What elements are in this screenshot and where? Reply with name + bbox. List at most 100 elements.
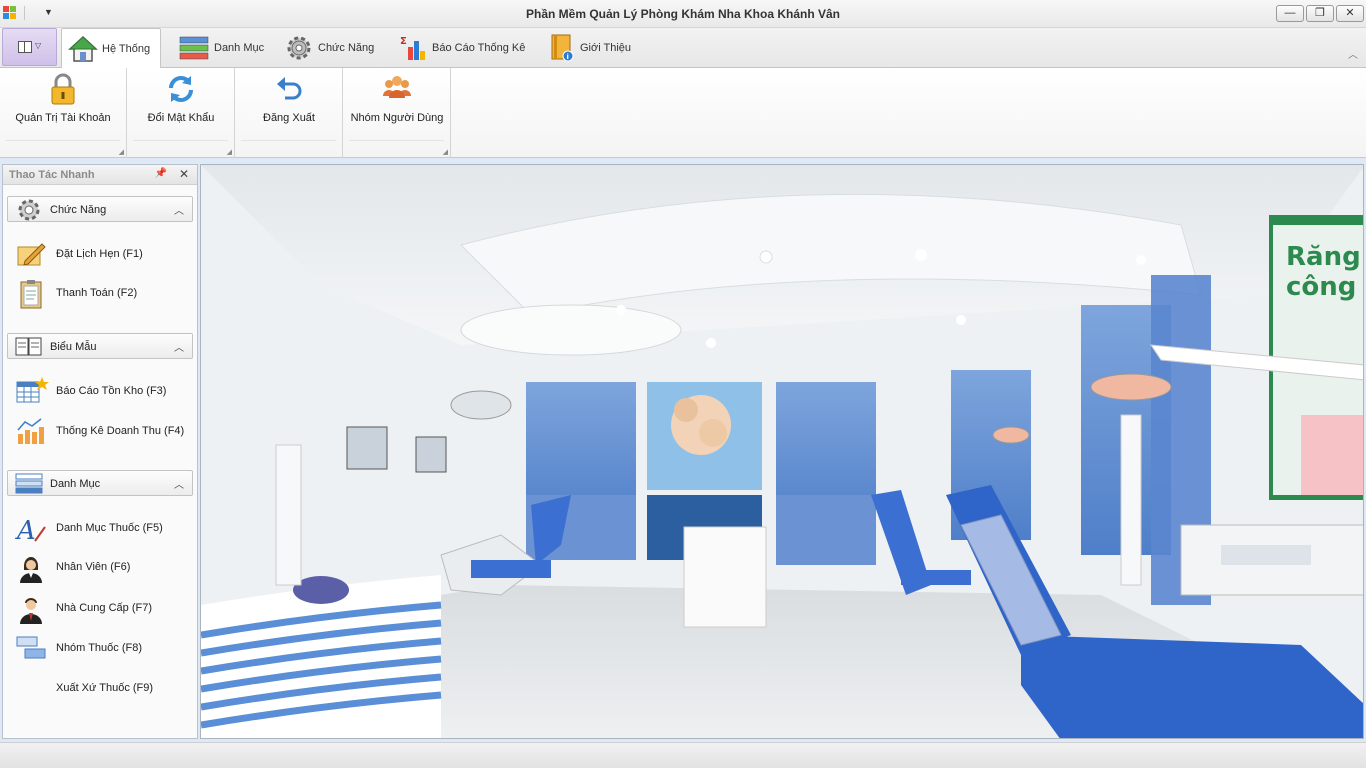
collapse-ribbon-icon[interactable]: ︿ [1348, 46, 1358, 61]
window-title: Phần Mềm Quản Lý Phòng Khám Nha Khoa Khá… [525, 7, 841, 21]
minimize-button[interactable]: — [1276, 5, 1304, 22]
tab-chuc-nang[interactable]: Chức Năng [278, 28, 388, 67]
nav-item-label: Đặt Lịch Hẹn (F1) [56, 248, 143, 260]
nav-item-nha-cung-cap[interactable]: Nhà Cung Cấp (F7) [15, 591, 191, 625]
application-menu-button[interactable]: ▽ [2, 28, 57, 66]
tab-bao-cao-thong-ke[interactable]: Σ Báo Cáo Thống Kê [392, 28, 532, 67]
gear-icon [287, 36, 311, 59]
tab-he-thong[interactable]: Hệ Thống [61, 28, 161, 69]
panel-title: Thao Tác Nhanh [9, 169, 95, 181]
nav-item-danh-muc-thuoc[interactable]: A Danh Mục Thuốc (F5) [15, 511, 191, 545]
chevron-up-icon: ︿ [174, 206, 184, 217]
quick-actions-panel: Thao Tác Nhanh 📌 ✕ Chức Năng ︿ Đặt Lịch … [2, 164, 198, 739]
chevron-down-icon: ▽ [35, 41, 42, 50]
ribbon-group-logout: Đăng Xuất [235, 68, 343, 158]
chevron-up-icon: ︿ [174, 343, 184, 354]
dental-clinic-image: Răng s công n [201, 165, 1364, 738]
man-user-icon [20, 598, 42, 624]
nav-item-label: Thanh Toán (F2) [56, 287, 138, 299]
nav-item-label: Nhân Viên (F6) [56, 561, 131, 573]
list-icon [179, 36, 209, 59]
info-book-icon: i [551, 34, 574, 61]
woman-user-icon [20, 557, 42, 583]
clipboard-icon [20, 280, 42, 309]
dialog-launcher-icon[interactable]: ◢ [119, 148, 124, 156]
undo-arrow-icon [277, 77, 302, 100]
group-divider [6, 140, 120, 141]
tab-label: Báo Cáo Thống Kê [432, 41, 526, 54]
nhom-nguoi-dung-button[interactable]: Nhóm Người Dùng [347, 72, 447, 124]
svg-text:A: A [15, 516, 36, 545]
nav-item-label: Nhà Cung Cấp (F7) [56, 602, 152, 614]
tab-label: Giới Thiệu [580, 41, 632, 54]
nav-item-dat-lich-hen[interactable]: Đặt Lịch Hẹn (F1) [15, 237, 191, 271]
nav-item-label: Danh Mục Thuốc (F5) [56, 522, 163, 534]
group-divider [241, 140, 336, 141]
panel-header: Thao Tác Nhanh 📌 ✕ [3, 165, 197, 185]
tab-label: Hệ Thống [102, 43, 151, 55]
group-header-danh-muc[interactable]: Danh Mục ︿ [7, 470, 193, 496]
nav-item-label: Thống Kê Doanh Thu (F4) [56, 425, 185, 437]
pin-icon[interactable]: 📌 [155, 168, 167, 179]
refresh-icon [169, 76, 193, 102]
tab-label: Chức Năng [318, 41, 375, 54]
gear-icon [18, 199, 40, 221]
ribbon-group-account: Quản Trị Tài Khoản ◢ [0, 68, 127, 158]
open-book-icon [15, 337, 42, 356]
house-icon [68, 35, 98, 62]
svg-text:Σ: Σ [400, 36, 407, 47]
pencil-icon [17, 243, 46, 266]
poster-text-2: công n [1286, 272, 1364, 302]
nav-item-thong-ke-doanh-thu[interactable]: Thống Kê Doanh Thu (F4) [15, 414, 191, 448]
dang-xuat-button[interactable]: Đăng Xuất [243, 72, 335, 124]
tab-danh-muc[interactable]: Danh Mục [172, 28, 272, 67]
group-boxes-icon [16, 636, 46, 659]
title-bar: ▼ Phần Mềm Quản Lý Phòng Khám Nha Khoa K… [0, 0, 1366, 28]
dialog-launcher-icon[interactable]: ◢ [443, 148, 448, 156]
ribbon-button-label: Quản Trị Tài Khoản [15, 112, 111, 124]
ribbon-group-users: Nhóm Người Dùng ◢ [343, 68, 451, 158]
restore-button[interactable]: ❐ [1306, 5, 1334, 22]
group-divider [133, 140, 228, 141]
group-title: Chức Năng [50, 204, 107, 216]
nav-item-nhan-vien[interactable]: Nhân Viên (F6) [15, 550, 191, 584]
svg-text:i: i [567, 53, 569, 61]
nav-item-label: Xuất Xứ Thuốc (F9) [56, 682, 154, 694]
doi-mat-khau-button[interactable]: Đổi Mật Khẩu [135, 72, 227, 124]
close-button[interactable]: ✕ [1336, 5, 1364, 22]
ribbon-panel: Quản Trị Tài Khoản ◢ Đổi Mật Khẩu ◢ Đăng… [0, 68, 1366, 158]
group-title: Danh Mục [50, 478, 101, 490]
chevron-up-icon: ︿ [174, 480, 184, 491]
poster-text-1: Răng s [1286, 242, 1364, 272]
quan-tri-tai-khoan-button[interactable]: Quản Trị Tài Khoản [8, 72, 118, 124]
ribbon-button-label: Đổi Mật Khẩu [147, 112, 215, 124]
tab-label: Danh Mục [214, 41, 265, 54]
ribbon-button-label: Đăng Xuất [263, 112, 315, 124]
bar-chart-icon [17, 418, 44, 444]
ribbon-button-label: Nhóm Người Dùng [350, 112, 444, 124]
group-divider [349, 140, 444, 141]
font-a-icon: A [15, 516, 46, 545]
bar-chart-icon: Σ [400, 36, 425, 60]
group-header-bieu-mau[interactable]: Biểu Mẫu ︿ [7, 333, 193, 359]
user-group-icon [383, 76, 411, 98]
nav-item-bao-cao-ton-kho[interactable]: Báo Cáo Tồn Kho (F3) [15, 374, 191, 408]
tab-gioi-thieu[interactable]: i Giới Thiệu [540, 28, 640, 67]
status-bar [0, 742, 1366, 768]
group-header-chuc-nang[interactable]: Chức Năng ︿ [7, 196, 193, 222]
clinic-photo: Răng s công n [200, 164, 1364, 739]
dialog-launcher-icon[interactable]: ◢ [227, 148, 232, 156]
ribbon-group-password: Đổi Mật Khẩu ◢ [127, 68, 235, 158]
nav-item-label: Báo Cáo Tồn Kho (F3) [56, 385, 167, 397]
nav-item-nhom-thuoc[interactable]: Nhóm Thuốc (F8) [15, 631, 191, 665]
list-boxes-icon [15, 473, 43, 494]
app-menu-icon [18, 41, 32, 53]
group-title: Biểu Mẫu [50, 341, 97, 353]
nav-item-label: Nhóm Thuốc (F8) [56, 642, 142, 654]
ribbon-tab-bar: ▽ Hệ Thống Danh Mục Chức Năng Σ Báo Cáo … [0, 28, 1366, 69]
nav-item-thanh-toan[interactable]: Thanh Toán (F2) [15, 276, 191, 310]
nav-item-xuat-xu-thuoc[interactable]: Xuất Xứ Thuốc (F9) [15, 671, 191, 705]
spreadsheet-star-icon [16, 377, 49, 403]
close-icon[interactable]: ✕ [179, 167, 189, 181]
lock-icon [51, 73, 75, 105]
